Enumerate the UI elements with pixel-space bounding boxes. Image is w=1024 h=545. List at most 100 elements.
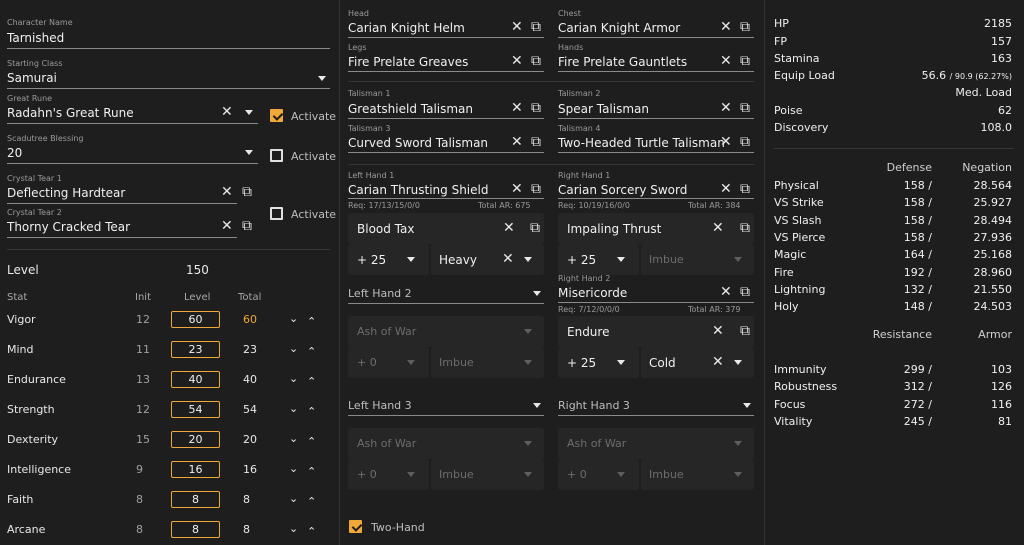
upgrade-select[interactable]: + 0 xyxy=(348,459,429,490)
ash-of-war-card[interactable]: Impaling Thrust ✕ ⧉ xyxy=(558,213,754,244)
talisman-3-select[interactable]: Curved Sword Talisman xyxy=(348,136,488,150)
close-icon[interactable]: ✕ xyxy=(221,185,233,199)
ash-of-war-card[interactable]: Blood Tax ✕ ⧉ xyxy=(348,213,544,244)
chevron-down-icon[interactable]: ⌄ xyxy=(289,402,298,415)
chevron-down-icon[interactable] xyxy=(318,76,326,81)
open-external-icon[interactable]: ⧉ xyxy=(531,135,541,149)
close-icon[interactable]: ✕ xyxy=(720,285,732,299)
close-icon[interactable]: ✕ xyxy=(720,54,732,68)
close-icon[interactable]: ✕ xyxy=(221,219,233,233)
chevron-down-icon[interactable]: ⌄ xyxy=(289,522,298,535)
close-icon[interactable]: ✕ xyxy=(720,135,732,149)
activate-crystal-tears-checkbox[interactable] xyxy=(270,207,283,220)
chevron-up-icon[interactable]: ⌃ xyxy=(307,495,316,508)
upgrade-select[interactable]: + 25 xyxy=(558,244,639,275)
two-hand-checkbox[interactable] xyxy=(349,520,362,533)
close-icon[interactable]: ✕ xyxy=(503,221,515,235)
ash-of-war-card[interactable]: Endure ✕ ⧉ xyxy=(558,316,754,347)
head-select[interactable]: Carian Knight Helm xyxy=(348,21,465,35)
close-icon[interactable]: ✕ xyxy=(712,221,724,235)
stat-level-input[interactable]: 40 xyxy=(171,371,220,388)
left-hand-2-select[interactable]: Left Hand 2 xyxy=(348,287,412,300)
ash-of-war-card[interactable]: Ash of War xyxy=(558,428,754,459)
ash-of-war-card[interactable]: Ash of War xyxy=(348,428,544,459)
stat-level-input[interactable]: 23 xyxy=(171,341,220,358)
open-external-icon[interactable]: ⧉ xyxy=(740,221,750,235)
chevron-up-icon[interactable]: ⌃ xyxy=(307,405,316,418)
scadutree-select[interactable]: 20 xyxy=(7,146,22,160)
open-external-icon[interactable]: ⧉ xyxy=(740,182,750,196)
close-icon[interactable]: ✕ xyxy=(511,101,523,115)
close-icon[interactable]: ✕ xyxy=(221,105,233,119)
affinity-select[interactable]: Imbue xyxy=(431,459,544,490)
stat-level-input[interactable]: 60 xyxy=(171,311,220,328)
close-icon[interactable]: ✕ xyxy=(502,252,514,266)
upgrade-select[interactable]: + 0 xyxy=(348,347,429,378)
activate-scadutree-checkbox[interactable] xyxy=(270,149,283,162)
stat-level-input[interactable]: 20 xyxy=(171,431,220,448)
hands-select[interactable]: Fire Prelate Gauntlets xyxy=(558,55,687,69)
chest-select[interactable]: Carian Knight Armor xyxy=(558,21,680,35)
chevron-down-icon[interactable] xyxy=(533,291,541,296)
character-name-input[interactable]: Tarnished xyxy=(7,31,64,45)
stat-level-input[interactable]: 16 xyxy=(171,461,220,478)
affinity-select[interactable]: Imbue xyxy=(431,347,544,378)
crystal-tear-1-select[interactable]: Deflecting Hardtear xyxy=(7,186,125,200)
talisman-2-select[interactable]: Spear Talisman xyxy=(558,102,649,116)
close-icon[interactable]: ✕ xyxy=(712,355,724,369)
open-external-icon[interactable]: ⧉ xyxy=(531,182,541,196)
open-external-icon[interactable]: ⧉ xyxy=(740,324,750,338)
close-icon[interactable]: ✕ xyxy=(720,182,732,196)
talisman-4-select[interactable]: Two-Headed Turtle Talisman xyxy=(558,136,725,150)
chevron-down-icon[interactable]: ⌄ xyxy=(289,372,298,385)
open-external-icon[interactable]: ⧉ xyxy=(740,54,750,68)
open-external-icon[interactable]: ⧉ xyxy=(531,20,541,34)
chevron-up-icon[interactable]: ⌃ xyxy=(307,525,316,538)
close-icon[interactable]: ✕ xyxy=(720,101,732,115)
open-external-icon[interactable]: ⧉ xyxy=(242,219,252,233)
right-hand-1-select[interactable]: Carian Sorcery Sword xyxy=(558,183,687,197)
chevron-down-icon[interactable]: ⌄ xyxy=(289,492,298,505)
chevron-down-icon[interactable]: ⌄ xyxy=(289,342,298,355)
open-external-icon[interactable]: ⧉ xyxy=(740,135,750,149)
left-hand-1-select[interactable]: Carian Thrusting Shield xyxy=(348,183,488,197)
affinity-select[interactable]: Heavy ✕ xyxy=(431,244,544,275)
left-hand-3-select[interactable]: Left Hand 3 xyxy=(348,399,412,412)
chevron-down-icon[interactable] xyxy=(245,150,253,155)
affinity-select[interactable]: Imbue xyxy=(641,459,754,490)
close-icon[interactable]: ✕ xyxy=(720,20,732,34)
open-external-icon[interactable]: ⧉ xyxy=(740,20,750,34)
right-hand-2-select[interactable]: Misericorde xyxy=(558,286,627,300)
open-external-icon[interactable]: ⧉ xyxy=(740,285,750,299)
chevron-down-icon[interactable] xyxy=(743,403,751,408)
stat-level-input[interactable]: 54 xyxy=(171,401,220,418)
right-hand-3-select[interactable]: Right Hand 3 xyxy=(558,399,630,412)
close-icon[interactable]: ✕ xyxy=(511,20,523,34)
affinity-select[interactable]: Cold ✕ xyxy=(641,347,754,378)
upgrade-select[interactable]: + 25 xyxy=(348,244,429,275)
crystal-tear-2-select[interactable]: Thorny Cracked Tear xyxy=(7,220,130,234)
open-external-icon[interactable]: ⧉ xyxy=(531,101,541,115)
starting-class-select[interactable]: Samurai xyxy=(7,71,57,85)
chevron-up-icon[interactable]: ⌃ xyxy=(307,435,316,448)
chevron-down-icon[interactable]: ⌄ xyxy=(289,312,298,325)
upgrade-select[interactable]: + 0 xyxy=(558,459,639,490)
open-external-icon[interactable]: ⧉ xyxy=(740,101,750,115)
chevron-down-icon[interactable]: ⌄ xyxy=(289,432,298,445)
chevron-down-icon[interactable] xyxy=(245,110,253,115)
open-external-icon[interactable]: ⧉ xyxy=(530,221,540,235)
talisman-1-select[interactable]: Greatshield Talisman xyxy=(348,102,473,116)
close-icon[interactable]: ✕ xyxy=(511,54,523,68)
close-icon[interactable]: ✕ xyxy=(511,135,523,149)
ash-of-war-card[interactable]: Ash of War xyxy=(348,316,544,347)
chevron-up-icon[interactable]: ⌃ xyxy=(307,315,316,328)
chevron-up-icon[interactable]: ⌃ xyxy=(307,375,316,388)
stat-level-input[interactable]: 8 xyxy=(171,521,220,538)
upgrade-select[interactable]: + 25 xyxy=(558,347,639,378)
chevron-up-icon[interactable]: ⌃ xyxy=(307,345,316,358)
open-external-icon[interactable]: ⧉ xyxy=(242,185,252,199)
legs-select[interactable]: Fire Prelate Greaves xyxy=(348,55,468,69)
open-external-icon[interactable]: ⧉ xyxy=(531,54,541,68)
chevron-down-icon[interactable]: ⌄ xyxy=(289,462,298,475)
chevron-down-icon[interactable] xyxy=(533,403,541,408)
